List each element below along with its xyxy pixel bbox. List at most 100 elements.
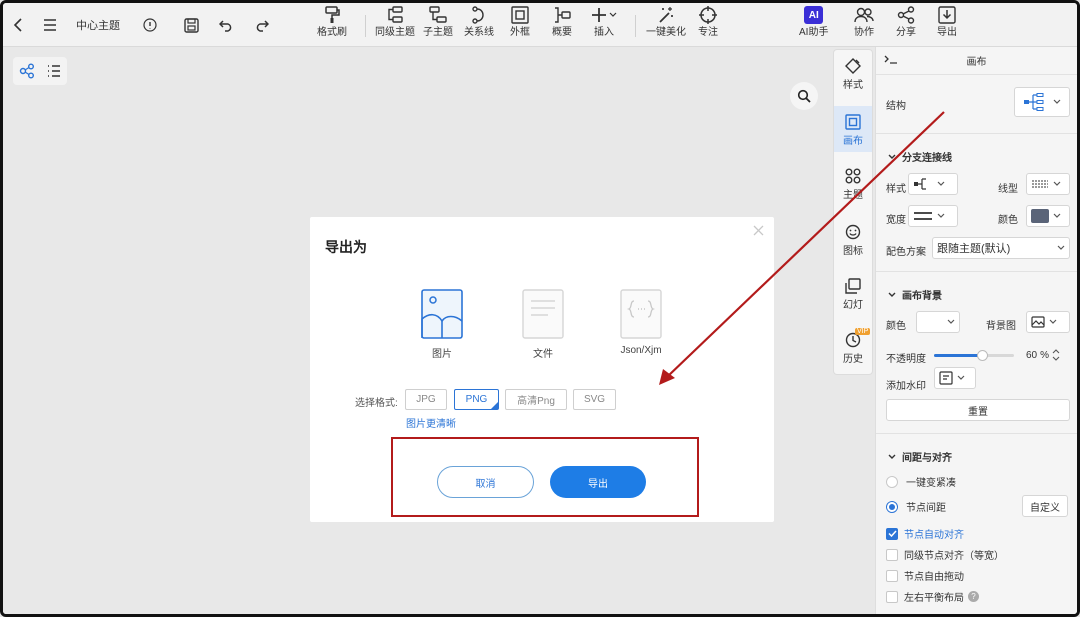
smiley-icon <box>845 224 861 240</box>
beautify-button[interactable]: 一键美化 <box>646 6 686 38</box>
format-svg-button[interactable]: SVG <box>573 389 616 410</box>
export-type-image[interactable]: 图片 <box>421 289 463 360</box>
format-painter-label: 格式刷 <box>317 27 347 38</box>
redo-icon[interactable] <box>251 3 271 47</box>
bg-section-header[interactable]: 画布背景 <box>888 287 942 302</box>
info-icon[interactable] <box>141 3 159 47</box>
free-drag-checkbox[interactable] <box>886 569 898 582</box>
branch-section-title: 分支连接线 <box>902 153 952 164</box>
compact-radio[interactable] <box>886 475 898 488</box>
tab-history[interactable]: VIP 历史 <box>834 328 872 372</box>
tab-style[interactable]: 样式 <box>834 58 872 98</box>
highlight-box <box>391 437 699 517</box>
color-swatch <box>1031 209 1049 223</box>
opacity-value: 60 <box>1026 349 1038 361</box>
node-spacing-option[interactable]: 节点间距 <box>886 499 946 514</box>
custom-spacing-button[interactable]: 自定义 <box>1022 495 1068 517</box>
ai-assistant-button[interactable]: AI AI助手 <box>799 6 828 38</box>
format-png-button[interactable]: PNG <box>454 389 499 410</box>
tab-canvas[interactable]: 画布 <box>834 106 872 152</box>
watermark-label: 添加水印 <box>886 381 926 392</box>
bg-image-label: 背景图 <box>986 321 1016 332</box>
undo-icon[interactable] <box>216 3 236 47</box>
compact-label: 一键变紧凑 <box>906 478 956 489</box>
document-icon <box>522 289 564 339</box>
share-label: 分享 <box>896 27 916 38</box>
tab-slides[interactable]: 幻灯 <box>834 278 872 318</box>
structure-select[interactable] <box>1014 87 1070 117</box>
chevron-down-icon <box>888 292 896 297</box>
format-hd-png-button[interactable]: 高清Png <box>505 389 567 410</box>
balanced-layout-checkbox[interactable] <box>886 590 898 603</box>
panel-header: 画布 <box>876 47 1077 75</box>
opacity-slider-fill <box>934 354 982 357</box>
node-spacing-radio[interactable] <box>886 500 898 513</box>
menu-icon[interactable] <box>41 3 59 47</box>
document-title[interactable]: 中心主题 <box>71 3 125 47</box>
watermark-select[interactable] <box>934 367 976 389</box>
collaborate-button[interactable]: 协作 <box>854 6 874 38</box>
sibling-topic-label: 同级主题 <box>375 27 415 38</box>
share-button[interactable]: 分享 <box>896 6 916 38</box>
insert-button[interactable]: 插入 <box>591 6 617 38</box>
panel-title: 画布 <box>966 57 987 68</box>
help-icon[interactable]: ? <box>968 591 979 602</box>
section-divider <box>876 133 1077 134</box>
summary-button[interactable]: 概要 <box>552 6 572 38</box>
save-icon[interactable] <box>181 3 201 47</box>
export-type-file-label: 文件 <box>533 349 553 360</box>
color-scheme-select[interactable]: 跟随主题(默认) <box>932 237 1070 259</box>
structure-label: 结构 <box>886 101 906 112</box>
tab-icon[interactable]: 图标 <box>834 224 872 264</box>
mindmap-view-icon[interactable] <box>19 63 35 79</box>
free-drag-option[interactable]: 节点自由拖动 <box>886 568 964 583</box>
ai-assistant-label: AI助手 <box>799 27 829 38</box>
close-icon[interactable] <box>753 225 764 236</box>
boundary-button[interactable]: 外框 <box>510 6 530 38</box>
opacity-value-field[interactable]: 60 % <box>1026 349 1060 361</box>
same-level-align-checkbox[interactable] <box>886 548 898 561</box>
tab-theme[interactable]: 主题 <box>834 168 872 208</box>
auto-align-option[interactable]: 节点自动对齐 <box>886 526 964 541</box>
branch-color-select[interactable] <box>1026 205 1070 227</box>
sibling-topic-button[interactable]: 同级主题 <box>375 6 415 38</box>
collapse-panel-icon[interactable] <box>884 55 898 65</box>
stepper-icon[interactable] <box>1052 349 1060 361</box>
branch-section-header[interactable]: 分支连接线 <box>888 149 952 164</box>
compact-option[interactable]: 一键变紧凑 <box>886 474 956 489</box>
balanced-layout-option[interactable]: 左右平衡布局 ? <box>886 589 979 604</box>
summary-icon <box>555 7 571 23</box>
spacing-section-header[interactable]: 间距与对齐 <box>888 449 952 464</box>
line-type-label: 线型 <box>998 184 1018 195</box>
bg-image-select[interactable] <box>1026 311 1070 333</box>
image-file-icon <box>421 289 463 339</box>
top-toolbar: 中心主题 格式刷 同级主题 子主题 关系线 外框 概要 插入 一键美化 专注 A… <box>3 3 1077 47</box>
opacity-slider[interactable] <box>934 350 1014 361</box>
back-icon[interactable] <box>9 3 27 47</box>
width-select[interactable] <box>908 205 958 227</box>
bg-color-select[interactable] <box>916 311 960 333</box>
reset-button[interactable]: 重置 <box>886 399 1070 421</box>
line-type-icon <box>1032 180 1048 188</box>
opacity-slider-handle[interactable] <box>977 350 988 361</box>
summary-label: 概要 <box>552 27 572 38</box>
watermark-icon <box>939 371 953 385</box>
focus-button[interactable]: 专注 <box>698 6 718 38</box>
format-painter-button[interactable]: 格式刷 <box>317 6 347 38</box>
vip-badge: VIP <box>855 328 871 335</box>
line-type-select[interactable] <box>1026 173 1070 195</box>
same-level-align-option[interactable]: 同级节点对齐（等宽） <box>886 547 1004 562</box>
child-topic-icon <box>429 6 447 23</box>
search-button[interactable] <box>790 82 818 110</box>
export-button[interactable]: 导出 <box>937 6 957 38</box>
branch-style-label: 样式 <box>886 184 906 195</box>
format-jpg-button[interactable]: JPG <box>405 389 447 410</box>
relationship-button[interactable]: 关系线 <box>464 6 494 38</box>
export-type-file[interactable]: 文件 <box>522 289 564 360</box>
child-topic-button[interactable]: 子主题 <box>423 6 453 38</box>
focus-target-icon <box>699 6 717 24</box>
outline-view-icon[interactable] <box>47 64 61 78</box>
branch-style-select[interactable] <box>908 173 958 195</box>
auto-align-checkbox[interactable] <box>886 527 898 540</box>
export-type-json[interactable]: Json/Xjm <box>620 289 662 356</box>
